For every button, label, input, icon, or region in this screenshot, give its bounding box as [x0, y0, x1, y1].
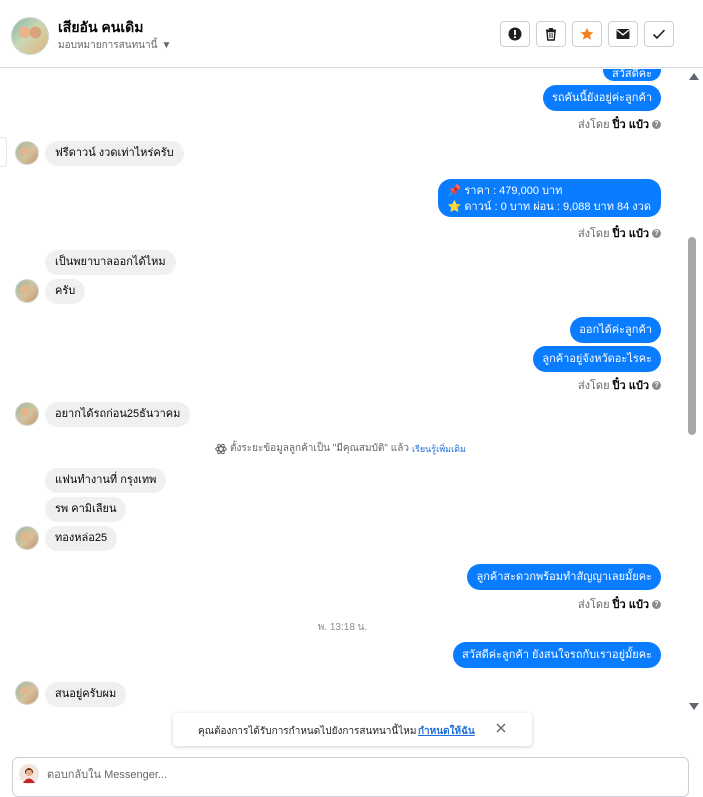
check-icon [652, 29, 666, 40]
scroll-down-arrow-icon[interactable] [689, 703, 699, 710]
time-separator: พ. 13:18 น. [317, 622, 368, 633]
learn-more-link[interactable]: เรียนรู้เพิ่มเติม [412, 442, 466, 456]
mail-icon [616, 29, 630, 39]
sent-by-prefix: ส่งโดย [577, 599, 610, 611]
outgoing-message[interactable]: รถคันนี้ยังอยู่ค่ะลูกค้า [542, 85, 661, 111]
sent-by-prefix: ส่งโดย [577, 119, 610, 131]
thread-scrollbar[interactable] [685, 69, 703, 711]
info-icon[interactable]: ? [652, 119, 661, 129]
outgoing-message[interactable]: ลูกค้าอยู่จังหวัดอะไรคะ [533, 346, 661, 372]
assign-label: มอบหมายการสนทนานี้ [58, 40, 158, 51]
incoming-message[interactable]: ฟรีดาวน์ งวดเท่าไหร่ครับ [45, 141, 184, 166]
delete-button[interactable] [536, 21, 566, 47]
sent-by-label: ส่งโดย ปิ๋ว แป๋ว ? [578, 115, 661, 133]
contact-avatar-small[interactable] [15, 402, 39, 426]
incoming-message[interactable]: แฟนทำงานที่ กรุงเทพ [45, 468, 167, 493]
incoming-message[interactable]: อยากได้รถก่อน25ธันวาคม [45, 402, 191, 427]
mark-unread-button[interactable] [608, 21, 638, 47]
message-thread[interactable]: สวัสดีคะ รถคันนี้ยังอยู่ค่ะลูกค้า ส่งโดย… [0, 69, 685, 711]
sent-by-label: ส่งโดย ปิ๋ว แป๋ว ? [578, 595, 661, 613]
sent-by-label: ส่งโดย ปิ๋ว แป๋ว ? [578, 376, 661, 394]
assign-to-me-link[interactable]: กำหนดให้ฉัน [418, 724, 475, 739]
trash-icon [546, 28, 556, 41]
scroll-thumb[interactable] [688, 237, 696, 435]
contact-avatar-small[interactable] [15, 681, 39, 705]
outgoing-message[interactable]: ออกได้ค่ะลูกค้า [570, 317, 661, 343]
sent-by-prefix: ส่งโดย [577, 380, 610, 392]
assign-banner-text: คุณต้องการได้รับการกำหนดไปยังการสนทนานี้… [198, 726, 417, 737]
assign-banner: คุณต้องการได้รับการกำหนดไปยังการสนทนานี้… [173, 713, 532, 746]
contact-avatar-small[interactable] [15, 141, 39, 165]
outgoing-message[interactable]: สวัสดีค่ะลูกค้า ยังสนใจรถกับเราอยู่มั้ยค… [453, 642, 661, 668]
incoming-message[interactable]: สนอยู่ครับผม [45, 682, 127, 707]
outgoing-message[interactable]: ลูกค้าสะดวกพร้อมทำสัญญาเลยมั้ยคะ [467, 564, 661, 590]
alert-icon [508, 27, 522, 41]
scroll-up-arrow-icon[interactable] [689, 73, 699, 80]
reply-input[interactable] [47, 766, 647, 784]
system-note: ตั้งระยะข้อมูลลูกค้าเป็น "มีคุณสมบัติ" แ… [215, 441, 466, 456]
info-icon[interactable]: ? [652, 228, 661, 238]
contact-avatar[interactable] [11, 17, 49, 55]
sidebar-edge-tab[interactable] [0, 137, 7, 167]
star-icon [580, 27, 594, 40]
contact-avatar-small[interactable] [15, 279, 39, 303]
caret-down-icon: ▼ [161, 40, 172, 51]
outgoing-message[interactable]: สวัสดีคะ [602, 69, 661, 81]
sent-by-label: ส่งโดย ปิ๋ว แป๋ว ? [578, 224, 661, 242]
incoming-message[interactable]: รพ คามิเลียน [45, 497, 127, 522]
info-icon[interactable]: ? [652, 380, 661, 390]
system-note-text: ตั้งระยะข้อมูลลูกค้าเป็น "มีคุณสมบัติ" แ… [230, 443, 409, 454]
sent-by-agent[interactable]: ปิ๋ว แป๋ว [613, 595, 649, 613]
contact-name[interactable]: เสียอัน คนเดิม [58, 17, 143, 39]
down-payment-line: ⭐ ดาวน์ : 0 บาท ผ่อน : 9,088 บาท 84 งวด [447, 201, 651, 213]
agent-avatar [19, 764, 39, 784]
incoming-message[interactable]: ครับ [45, 279, 86, 304]
star-button[interactable] [572, 21, 602, 47]
price-line: 📌 ราคา : 479,000 บาท [447, 185, 563, 197]
contact-avatar-small[interactable] [15, 526, 39, 550]
mark-spam-button[interactable] [500, 21, 530, 47]
sent-by-agent[interactable]: ปิ๋ว แป๋ว [613, 115, 649, 133]
sent-by-prefix: ส่งโดย [577, 228, 610, 240]
assign-conversation-dropdown[interactable]: มอบหมายการสนทนานี้ ▼ [58, 38, 171, 53]
atom-icon [215, 443, 227, 454]
info-icon[interactable]: ? [652, 599, 661, 609]
close-icon[interactable] [494, 721, 508, 735]
sent-by-agent[interactable]: ปิ๋ว แป๋ว [613, 224, 649, 242]
incoming-message[interactable]: ทองหล่อ25 [45, 526, 118, 551]
outgoing-message-price[interactable]: 📌 ราคา : 479,000 บาท ⭐ ดาวน์ : 0 บาท ผ่อ… [437, 179, 661, 217]
mark-done-button[interactable] [644, 21, 674, 47]
sent-by-agent[interactable]: ปิ๋ว แป๋ว [613, 376, 649, 394]
incoming-message[interactable]: เป็นพยาบาลออกได้ไหม [45, 250, 176, 275]
conversation-header: เสียอัน คนเดิม มอบหมายการสนทนานี้ ▼ [0, 0, 703, 68]
reply-composer [12, 757, 689, 797]
